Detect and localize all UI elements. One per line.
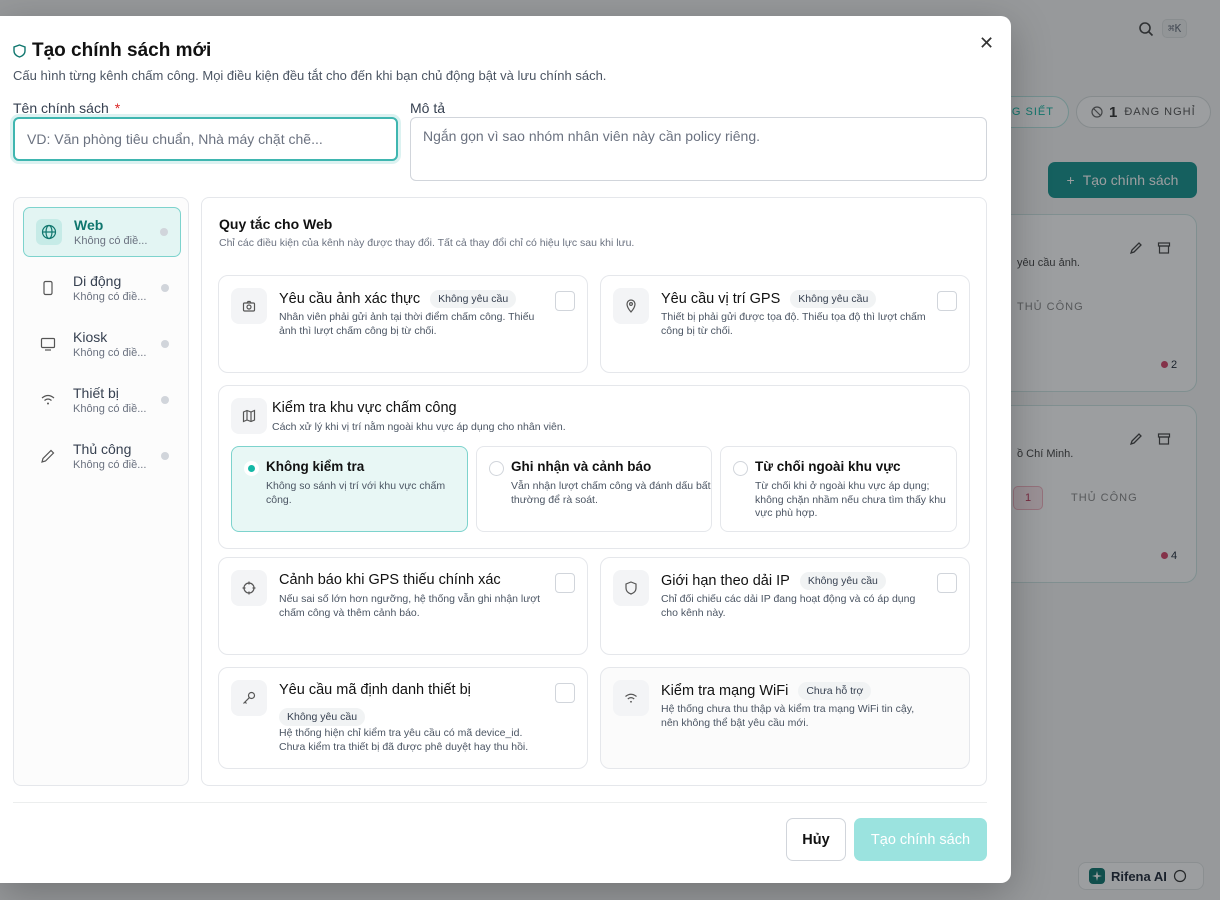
status-dot	[161, 340, 169, 348]
rules-panel: Quy tắc cho Web Chỉ các điều kiện của kê…	[201, 197, 987, 786]
panel-title: Quy tắc cho Web	[219, 216, 333, 232]
gps-checkbox[interactable]	[937, 291, 957, 311]
create-policy-dialog: ✕ Tạo chính sách mới Cấu hình từng kênh …	[0, 16, 1011, 883]
device-checkbox[interactable]	[555, 683, 575, 703]
policy-name-label: Tên chính sách *	[13, 100, 121, 116]
footer-divider	[13, 802, 987, 803]
cancel-button[interactable]: Hủy	[786, 818, 846, 861]
shield-icon	[613, 570, 649, 606]
dialog-title: Tạo chính sách mới	[13, 40, 211, 62]
status-badge: Chưa hỗ trợ	[798, 682, 872, 700]
panel-subtitle: Chỉ các điều kiện của kênh này được thay…	[219, 237, 635, 249]
radio-selected[interactable]	[244, 461, 259, 476]
zone-option-reject[interactable]: Từ chối ngoài khu vực Từ chối khi ở ngoà…	[720, 446, 957, 532]
description-label: Mô tả	[410, 100, 446, 116]
rule-device-id: Yêu cầu mã định danh thiết bị Không yêu …	[218, 667, 588, 769]
status-dot	[161, 284, 169, 292]
status-badge: Không yêu cầu	[799, 572, 886, 590]
camera-icon	[231, 288, 267, 324]
status-badge: Không yêu cầu	[790, 290, 877, 308]
accuracy-checkbox[interactable]	[555, 573, 575, 593]
close-icon[interactable]: ✕	[979, 33, 994, 54]
status-dot	[160, 228, 168, 236]
zone-option-no-check[interactable]: Không kiểm tra Không so sánh vị trí với …	[231, 446, 468, 532]
channel-item-manual[interactable]: Thủ công Không có điề...	[23, 431, 181, 481]
crosshair-icon	[231, 570, 267, 606]
pencil-icon	[35, 443, 61, 469]
rule-gps-accuracy: Cảnh báo khi GPS thiếu chính xác Nếu sai…	[218, 557, 588, 655]
shield-icon	[13, 44, 26, 58]
channel-sidebar: Web Không có điề... Di động Không có điề..…	[13, 197, 189, 786]
description-input[interactable]	[410, 117, 987, 181]
channel-item-mobile[interactable]: Di động Không có điề...	[23, 263, 181, 313]
dialog-subtitle: Cấu hình từng kênh chấm công. Mọi điều k…	[13, 68, 607, 83]
zone-option-warn[interactable]: Ghi nhận và cảnh báo Vẫn nhận lượt chấm …	[476, 446, 712, 532]
channel-item-kiosk[interactable]: Kiosk Không có điề...	[23, 319, 181, 369]
rule-zone-check: Kiểm tra khu vực chấm công Cách xử lý kh…	[218, 385, 970, 549]
channel-item-web[interactable]: Web Không có điề...	[23, 207, 181, 257]
status-badge: Không yêu cầu	[279, 708, 366, 726]
wifi-icon	[35, 387, 61, 413]
wifi-icon	[613, 680, 649, 716]
status-badge: Không yêu cầu	[430, 290, 517, 308]
radio-unselected[interactable]	[489, 461, 504, 476]
radio-unselected[interactable]	[733, 461, 748, 476]
ip-checkbox[interactable]	[937, 573, 957, 593]
map-pin-icon	[613, 288, 649, 324]
monitor-icon	[35, 331, 61, 357]
policy-name-input[interactable]	[13, 117, 398, 161]
rule-gps: Yêu cầu vị trí GPS Không yêu cầu Thiết bị…	[600, 275, 970, 373]
rule-photo: Yêu cầu ảnh xác thực Không yêu cầu Nhân v…	[218, 275, 588, 373]
key-icon	[231, 680, 267, 716]
globe-icon	[36, 219, 62, 245]
photo-checkbox[interactable]	[555, 291, 575, 311]
smartphone-icon	[35, 275, 61, 301]
map-icon	[231, 398, 267, 434]
channel-item-device[interactable]: Thiết bị Không có điề...	[23, 375, 181, 425]
rule-ip-range: Giới hạn theo dải IP Không yêu cầu Chỉ đố…	[600, 557, 970, 655]
status-dot	[161, 396, 169, 404]
rule-wifi: Kiểm tra mạng WiFi Chưa hỗ trợ Hệ thống c…	[600, 667, 970, 769]
status-dot	[161, 452, 169, 460]
required-mark: *	[114, 100, 121, 116]
create-policy-button[interactable]: Tạo chính sách	[854, 818, 987, 861]
